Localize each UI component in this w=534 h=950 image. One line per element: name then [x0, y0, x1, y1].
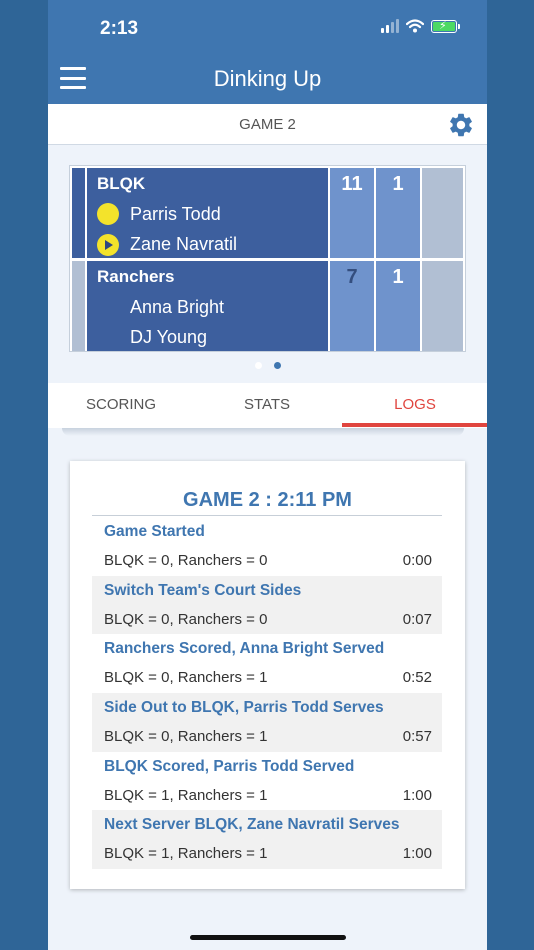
- page-dot-active[interactable]: [273, 362, 281, 369]
- divider: [92, 515, 442, 516]
- court-side-indicator: [72, 261, 85, 351]
- signal-icon: [381, 19, 399, 33]
- log-time: 0:00: [402, 552, 432, 569]
- log-time: 1:00: [402, 786, 432, 804]
- log-card: GAME 2 : 2:11 PM Game Started BLQK = 0, …: [70, 461, 465, 889]
- team-score: 11: [341, 173, 363, 195]
- log-score: BLQK = 1, Ranchers = 1: [104, 845, 268, 863]
- status-icons: ⚡: [381, 19, 460, 33]
- status-time: 2:13: [100, 18, 139, 39]
- log-time: 0:07: [402, 610, 432, 628]
- gear-icon[interactable]: [447, 111, 475, 139]
- log-entry: Switch Team's Court Sides BLQK = 0, Ranc…: [92, 575, 442, 635]
- score-cell: 7: [330, 261, 374, 351]
- log-entry: Game Started BLQK = 0, Ranchers = 0 0:00: [92, 517, 442, 576]
- games-cell: 1: [376, 261, 420, 351]
- games-won: 1: [392, 266, 404, 288]
- log-list: Game Started BLQK = 0, Ranchers = 0 0:00…: [92, 517, 442, 870]
- tab-logs[interactable]: LOGS: [342, 383, 487, 428]
- game-label: GAME 2: [239, 116, 296, 133]
- log-event: Game Started: [104, 523, 205, 540]
- log-event: Switch Team's Court Sides: [104, 581, 302, 599]
- serve-icon: [97, 234, 119, 256]
- log-time: 0:52: [402, 669, 432, 687]
- log-entry: Ranchers Scored, Anna Bright Served BLQK…: [92, 634, 442, 693]
- log-title: GAME 2 : 2:11 PM: [183, 489, 352, 511]
- active-tab-underline: [342, 423, 487, 427]
- log-score: BLQK = 1, Ranchers = 1: [104, 786, 268, 804]
- top-bar: 2:13 ⚡ Dinking Up: [48, 0, 487, 104]
- log-event: Side Out to BLQK, Parris Todd Serves: [104, 699, 384, 717]
- log-event: BLQK Scored, Parris Todd Served: [104, 757, 355, 775]
- tab-bar: SCORING STATS LOGS: [48, 383, 487, 428]
- empty-cell: [422, 261, 463, 351]
- log-entry: Side Out to BLQK, Parris Todd Serves BLQ…: [92, 693, 442, 752]
- team-name: Ranchers: [97, 267, 175, 286]
- tab-stats[interactable]: STATS: [194, 383, 340, 428]
- log-event: Ranchers Scored, Anna Bright Served: [104, 640, 385, 658]
- app-title: Dinking Up: [213, 66, 322, 91]
- player-name: Anna Bright: [130, 297, 225, 317]
- games-cell: 1: [376, 168, 420, 258]
- team-name: BLQK: [97, 174, 146, 193]
- log-score: BLQK = 0, Ranchers = 0: [104, 610, 268, 628]
- log-entry: BLQK Scored, Parris Todd Served BLQK = 1…: [92, 752, 442, 811]
- log-entry: Next Server BLQK, Zane Navratil Serves B…: [92, 810, 442, 870]
- home-indicator[interactable]: [190, 935, 346, 940]
- empty-cell: [422, 168, 463, 258]
- tab-shadow: [62, 428, 464, 436]
- game-bar: GAME 2: [48, 104, 487, 145]
- score-cell: 11: [330, 168, 374, 258]
- player-name: Zane Navratil: [130, 234, 238, 254]
- page-dot[interactable]: [254, 362, 262, 369]
- team-box-blqk: BLQK Parris Todd Zane Navratil: [87, 168, 328, 258]
- team-score: 7: [346, 266, 358, 288]
- team-row-ranchers: Ranchers Anna Bright DJ Young 7 1: [72, 261, 463, 351]
- player-name: Parris Todd: [130, 204, 221, 224]
- team-row-blqk: BLQK Parris Todd Zane Navratil 11 1: [72, 168, 463, 258]
- app-screen: 2:13 ⚡ Dinking Up GAME 2 BLQK Parris Tod…: [48, 0, 487, 950]
- team-box-ranchers: Ranchers Anna Bright DJ Young: [87, 261, 328, 351]
- wifi-icon: [406, 19, 424, 33]
- ball-icon: [97, 203, 119, 225]
- player-name: DJ Young: [130, 327, 208, 347]
- tab-scoring[interactable]: SCORING: [48, 383, 194, 428]
- games-won: 1: [392, 173, 404, 195]
- log-event: Next Server BLQK, Zane Navratil Serves: [104, 816, 400, 834]
- log-score: BLQK = 0, Ranchers = 0: [104, 552, 268, 569]
- scoreboard[interactable]: BLQK Parris Todd Zane Navratil 11 1 Ranc…: [70, 166, 465, 351]
- log-time: 1:00: [402, 845, 432, 863]
- court-side-indicator: [72, 168, 85, 258]
- log-score: BLQK = 0, Ranchers = 1: [104, 669, 268, 687]
- battery-icon: ⚡: [431, 20, 460, 33]
- log-score: BLQK = 0, Ranchers = 1: [104, 728, 268, 746]
- page-indicator[interactable]: [48, 362, 487, 369]
- log-time: 0:57: [402, 728, 432, 746]
